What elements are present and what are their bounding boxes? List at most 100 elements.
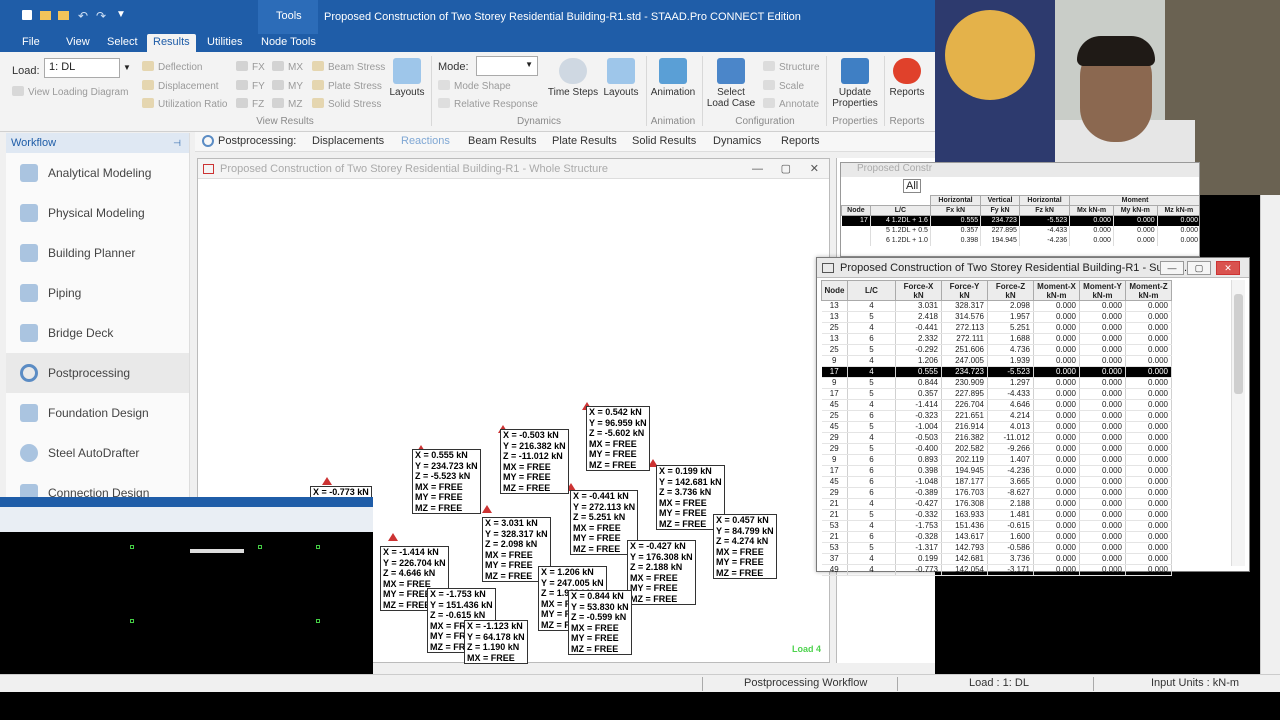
tab-dynamics[interactable]: Dynamics — [713, 135, 761, 147]
view-loading-diagram-button[interactable]: View Loading Diagram — [12, 86, 128, 99]
column-header[interactable]: Force-Z kN — [987, 280, 1034, 301]
table-row[interactable]: 25 5 -0.292 251.606 4.736 0.000 0.000 0.000 — [821, 344, 1172, 356]
table-row[interactable]: 13 5 2.418 314.576 1.957 0.000 0.000 0.000 — [821, 311, 1172, 323]
tab-beam-results[interactable]: Beam Results — [468, 135, 536, 147]
workflow-item-analytical-modeling[interactable]: Analytical Modeling — [6, 153, 189, 193]
tools-tab[interactable]: Tools — [276, 10, 302, 22]
tab-solid-results[interactable]: Solid Results — [632, 135, 696, 147]
table-row[interactable]: 9 6 0.893 202.119 1.407 0.000 0.000 0.000 — [821, 454, 1172, 466]
table-row[interactable]: 45 4 -1.414 226.704 4.646 0.000 0.000 0.000 — [821, 399, 1172, 411]
column-header[interactable]: Moment-Y kN-m — [1079, 280, 1126, 301]
column-header[interactable]: Force-X kN — [895, 280, 942, 301]
solid-stress-button[interactable]: Solid Stress — [312, 98, 381, 111]
table-row[interactable]: 53 5 -1.317 142.793 -0.586 0.000 0.000 0.000 — [821, 542, 1172, 554]
quick-access-dropdown-icon[interactable]: ▼ — [116, 9, 126, 20]
redo-icon[interactable]: ↷ — [96, 9, 106, 23]
tab-select[interactable]: Select — [101, 34, 144, 52]
workflow-item-steel-autodrafter[interactable]: Steel AutoDrafter — [6, 433, 189, 473]
workflow-item-physical-modeling[interactable]: Physical Modeling — [6, 193, 189, 233]
table-row[interactable]: 21 6 -0.328 143.617 1.600 0.000 0.000 0.000 — [821, 531, 1172, 543]
table-row[interactable]: 17 5 0.357 227.895 -4.433 0.000 0.000 0.000 — [821, 388, 1172, 400]
update-properties-button[interactable]: Update Properties — [830, 58, 880, 109]
maximize-icon[interactable]: ▢ — [781, 159, 791, 179]
right-scrollbar[interactable] — [1260, 195, 1280, 675]
table-row[interactable]: 29 4 -0.503 216.382 -11.012 0.000 0.000 0.000 — [821, 432, 1172, 444]
table-row[interactable]: 17 4 0.555 234.723 -5.523 0.000 0.000 0.000 — [821, 366, 1172, 378]
tab-file[interactable]: File — [16, 34, 46, 52]
workflow-item-bridge-deck[interactable]: Bridge Deck — [6, 313, 189, 353]
table-row[interactable]: 13 6 2.332 272.111 1.688 0.000 0.000 0.000 — [821, 333, 1172, 345]
scroll-thumb[interactable] — [1234, 294, 1243, 394]
utilization-ratio-button[interactable]: Utilization Ratio — [142, 98, 227, 111]
scale-button[interactable]: Scale — [763, 80, 804, 93]
support-table-scrollbar[interactable] — [1231, 280, 1245, 566]
tab-reactions[interactable]: Reactions — [401, 135, 450, 147]
support-reactions-window[interactable]: Proposed Construction of Two Storey Resi… — [816, 257, 1250, 576]
time-steps-button[interactable]: Time Steps — [546, 58, 600, 98]
table-row[interactable]: 45 6 -1.048 187.177 3.665 0.000 0.000 0.000 — [821, 476, 1172, 488]
table-row[interactable]: 9 5 0.844 230.909 1.297 0.000 0.000 0.000 — [821, 377, 1172, 389]
column-header[interactable]: L/C — [847, 280, 896, 301]
table-row[interactable]: 21 5 -0.332 163.933 1.481 0.000 0.000 0.000 — [821, 509, 1172, 521]
workflow-item-piping[interactable]: Piping — [6, 273, 189, 313]
table-row[interactable]: 5 1.2DL + 0.5 0.357 227.895 -4.433 0.000 0.00… — [841, 226, 1199, 236]
open-folder-icon[interactable] — [40, 11, 51, 20]
table-row[interactable]: 9 4 1.206 247.005 1.939 0.000 0.000 0.000 — [821, 355, 1172, 367]
table-row[interactable]: 37 4 0.199 142.681 3.736 0.000 0.000 0.000 — [821, 553, 1172, 565]
table-row[interactable]: 25 4 -0.441 272.113 5.251 0.000 0.000 0.000 — [821, 322, 1172, 334]
tab-plate-results[interactable]: Plate Results — [552, 135, 617, 147]
table-row[interactable]: 21 4 -0.427 176.308 2.188 0.000 0.000 0.000 — [821, 498, 1172, 510]
workflow-item-foundation-design[interactable]: Foundation Design — [6, 393, 189, 433]
mode-shape-button[interactable]: Mode Shape — [438, 80, 511, 93]
layouts2-button[interactable]: Layouts — [602, 58, 640, 98]
reports-button[interactable]: Reports — [886, 58, 928, 98]
folder-icon[interactable] — [58, 11, 69, 20]
close-icon[interactable]: ✕ — [810, 159, 819, 179]
table-row[interactable]: 13 4 3.031 328.317 2.098 0.000 0.000 0.000 — [821, 300, 1172, 312]
tab-reports[interactable]: Reports — [781, 135, 820, 147]
support-icon[interactable] — [482, 505, 492, 513]
tab-results[interactable]: Results — [147, 34, 196, 52]
fy-button[interactable]: FY — [236, 80, 265, 93]
table-row[interactable]: 25 6 -0.323 221.651 4.214 0.000 0.000 0.000 — [821, 410, 1172, 422]
mode-select[interactable]: ▼ — [476, 56, 538, 76]
animation-button[interactable]: Animation — [648, 58, 698, 98]
support-icon[interactable] — [388, 533, 398, 541]
load-select[interactable]: 1: DL — [44, 58, 120, 78]
layouts-button[interactable]: Layouts — [388, 58, 426, 98]
column-header[interactable]: Force-Y kN — [941, 280, 988, 301]
tab-utilities[interactable]: Utilities — [201, 34, 248, 52]
save-icon[interactable] — [22, 10, 32, 20]
relative-response-button[interactable]: Relative Response — [438, 98, 538, 111]
mz-button[interactable]: MZ — [272, 98, 302, 111]
undo-icon[interactable]: ↶ — [78, 9, 88, 23]
annotate-button[interactable]: Annotate — [763, 98, 819, 111]
structure-button[interactable]: Structure — [763, 61, 820, 74]
tab-node-tools[interactable]: Node Tools — [255, 34, 322, 52]
displacement-button[interactable]: Displacement — [142, 80, 219, 93]
load-dropdown-icon[interactable]: ▼ — [123, 63, 131, 72]
table-row[interactable]: 29 5 -0.400 202.582 -9.266 0.000 0.000 0.000 — [821, 443, 1172, 455]
support-icon[interactable] — [322, 477, 332, 485]
mx-button[interactable]: MX — [272, 61, 303, 74]
beam-stress-button[interactable]: Beam Stress — [312, 61, 385, 74]
column-header[interactable]: Moment-X kN-m — [1033, 280, 1080, 301]
workflow-item-building-planner[interactable]: Building Planner — [6, 233, 189, 273]
table-row[interactable]: 45 5 -1.004 216.914 4.013 0.000 0.000 0.000 — [821, 421, 1172, 433]
workflow-item-postprocessing[interactable]: Postprocessing — [6, 353, 189, 393]
plate-stress-button[interactable]: Plate Stress — [312, 80, 382, 93]
bg-table-tab-all[interactable]: All — [903, 179, 922, 193]
table-row[interactable]: 6 1.2DL + 1.0 0.398 194.945 -4.236 0.000 0.00… — [841, 236, 1199, 246]
support-minimize-icon[interactable]: — — [1160, 261, 1184, 275]
table-row[interactable]: 53 4 -1.753 151.436 -0.615 0.000 0.000 0.000 — [821, 520, 1172, 532]
fx-button[interactable]: FX — [236, 61, 265, 74]
my-button[interactable]: MY — [272, 80, 303, 93]
minimize-icon[interactable]: — — [752, 159, 763, 179]
table-row[interactable]: 17 4 1.2DL + 1.6 0.555 234.723 -5.523 0.000 0.… — [841, 215, 1199, 226]
fz-button[interactable]: FZ — [236, 98, 264, 111]
pin-icon[interactable]: ⊣ — [173, 133, 181, 153]
table-row[interactable]: 17 6 0.398 194.945 -4.236 0.000 0.000 0.000 — [821, 465, 1172, 477]
support-close-icon[interactable]: ✕ — [1216, 261, 1240, 275]
table-row[interactable]: 29 6 -0.389 176.703 -8.627 0.000 0.000 0.000 — [821, 487, 1172, 499]
tab-displacements[interactable]: Displacements — [312, 135, 384, 147]
